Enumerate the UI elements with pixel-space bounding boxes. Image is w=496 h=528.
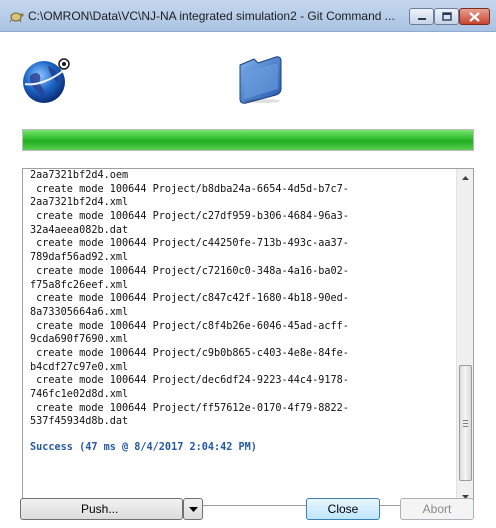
minimize-icon [417,17,426,20]
log-line: 8a73305664a6.xml [30,306,129,318]
dialog-body: 2aa7321bf2d4.oem create mode 100644 Proj… [0,33,496,528]
folder-icon [239,56,282,104]
progress-bar [22,129,474,151]
close-window-button[interactable] [459,8,490,25]
close-button[interactable]: Close [306,498,380,520]
scroll-up-button[interactable] [457,169,473,186]
title-bar: C:\OMRON\Data\VC\NJ-NA integrated simula… [0,0,496,32]
log-line: create mode 100644 Project/ff57612e-0170… [30,402,349,414]
log-line: create mode 100644 Project/c72160c0-348a… [30,265,349,277]
log-line: create mode 100644 Project/c847c42f-1680… [30,293,349,305]
maximize-button[interactable] [434,8,459,25]
push-button[interactable]: Push... [20,498,183,520]
success-message: Success (47 ms @ 8/4/2017 2:04:42 PM) [30,442,257,453]
push-dropdown-button[interactable] [183,498,203,520]
window-title: C:\OMRON\Data\VC\NJ-NA integrated simula… [28,9,395,23]
progress-fill [23,130,473,150]
vertical-scrollbar[interactable] [456,169,473,505]
abort-button[interactable]: Abort [400,498,474,520]
log-line: f75a8fc26eef.xml [30,279,129,291]
output-log[interactable]: 2aa7321bf2d4.oem create mode 100644 Proj… [22,168,474,506]
log-line: 746fc1e02d8d.xml [30,389,129,400]
git-globe-icon [23,58,70,103]
log-line: 789daf56ad92.xml [30,252,129,264]
log-line: 2aa7321bf2d4.oem [30,170,129,181]
log-line: create mode 100644 Project/dec6df24-9223… [30,375,349,387]
log-line: create mode 100644 Project/c44250fe-713b… [30,238,349,250]
log-line: create mode 100644 Project/b8dba24a-6654… [30,183,349,195]
log-line: 2aa7321bf2d4.xml [30,197,129,209]
log-line: 537f45934d8b.dat [30,416,129,428]
scroll-thumb[interactable] [459,365,472,481]
log-text: 2aa7321bf2d4.oem create mode 100644 Proj… [30,169,455,429]
chevron-down-icon [188,506,198,512]
close-icon [469,11,480,22]
log-line: b4cdf27c97e0.xml [30,361,129,373]
log-line: create mode 100644 Project/c27df959-b306… [30,211,349,223]
git-tortoise-icon [9,12,24,23]
scroll-up-arrow-icon [462,175,469,180]
maximize-icon [441,12,452,21]
log-line: create mode 100644 Project/c8f4b26e-6046… [30,320,349,332]
log-line: 32a4aeea082b.dat [30,224,129,236]
log-line: create mode 100644 Project/c9b0b865-c403… [30,347,349,359]
minimize-button[interactable] [409,8,434,25]
log-line: 9cda690f7690.xml [30,334,129,346]
